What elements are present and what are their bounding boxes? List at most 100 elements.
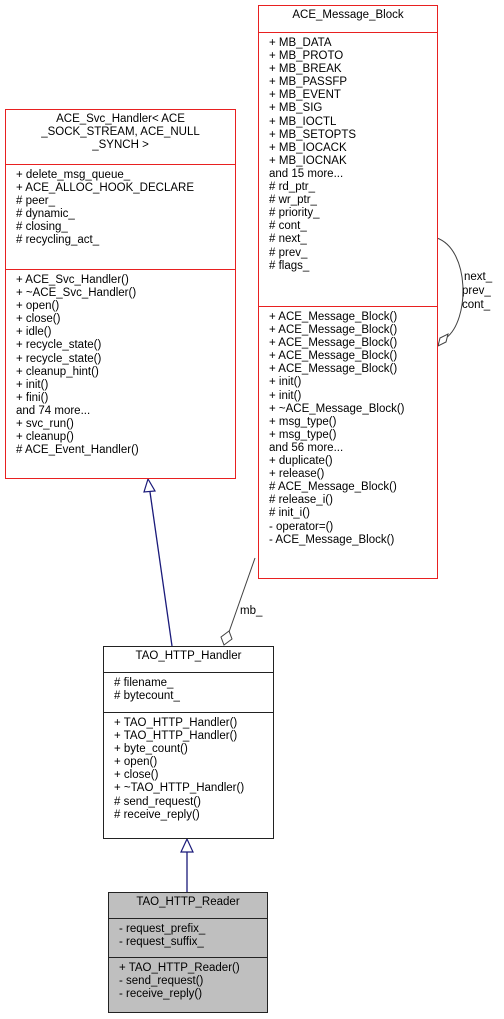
method-item[interactable]: # send_request()	[114, 796, 273, 809]
attribute-item[interactable]: # dynamic_	[16, 208, 235, 221]
attribute-item[interactable]: + MB_EVENT	[269, 89, 437, 102]
attribute-item[interactable]: # next_	[269, 233, 437, 246]
method-item[interactable]: and 74 more...	[16, 405, 235, 418]
method-item[interactable]: + init()	[16, 379, 235, 392]
method-item[interactable]: + svc_run()	[16, 418, 235, 431]
attribute-item[interactable]: and 15 more...	[269, 168, 437, 181]
self-loop-label-cont: cont_	[462, 299, 491, 311]
methods-section: + TAO_HTTP_Handler() + TAO_HTTP_Handler()…	[104, 712, 273, 824]
class-title: ACE_Svc_Handler< ACE _SOCK_STREAM, ACE_N…	[6, 110, 235, 164]
attribute-item[interactable]: + MB_IOCTL	[269, 116, 437, 129]
method-item[interactable]: - send_request()	[119, 975, 267, 988]
method-item[interactable]: # release_i()	[269, 494, 437, 507]
method-item[interactable]: + cleanup_hint()	[16, 366, 235, 379]
aggregation-diamond-mb	[220, 630, 233, 646]
method-item[interactable]: + duplicate()	[269, 455, 437, 468]
methods-section: + TAO_HTTP_Reader() - send_request() - rec…	[109, 957, 267, 1003]
method-item[interactable]: + TAO_HTTP_Reader()	[119, 962, 267, 975]
inheritance-arrowhead-svc	[143, 477, 156, 493]
method-item[interactable]: + ~ACE_Message_Block()	[269, 403, 437, 416]
method-item[interactable]: + ACE_Message_Block()	[269, 324, 437, 337]
method-item[interactable]: + ACE_Message_Block()	[269, 311, 437, 324]
method-item[interactable]: + ACE_Message_Block()	[269, 337, 437, 350]
method-item[interactable]: # ACE_Event_Handler()	[16, 444, 235, 457]
method-item[interactable]: + close()	[16, 313, 235, 326]
method-item[interactable]: + recycle_state()	[16, 353, 235, 366]
attribute-item[interactable]: + ACE_ALLOC_HOOK_DECLARE	[16, 182, 235, 195]
method-item[interactable]: + idle()	[16, 326, 235, 339]
attribute-item[interactable]: + MB_SIG	[269, 102, 437, 115]
method-item[interactable]: - ACE_Message_Block()	[269, 534, 437, 547]
attribute-item[interactable]: # peer_	[16, 195, 235, 208]
method-item[interactable]: + ~ACE_Svc_Handler()	[16, 287, 235, 300]
class-tao-http-handler[interactable]: TAO_HTTP_Handler # filename_ # bytecount_…	[103, 646, 274, 839]
method-item[interactable]: - receive_reply()	[119, 988, 267, 1001]
attribute-item[interactable]: + MB_BREAK	[269, 63, 437, 76]
method-item[interactable]: + ACE_Svc_Handler()	[16, 274, 235, 287]
method-item[interactable]: # receive_reply()	[114, 809, 273, 822]
attribute-item[interactable]: # wr_ptr_	[269, 194, 437, 207]
attribute-item[interactable]: # rd_ptr_	[269, 181, 437, 194]
attribute-item[interactable]: # flags_	[269, 260, 437, 273]
class-title: ACE_Message_Block	[292, 9, 404, 21]
association-edge-mb	[228, 557, 256, 633]
attribute-item[interactable]: # priority_	[269, 207, 437, 220]
attribute-item[interactable]: + delete_msg_queue_	[16, 169, 235, 182]
class-ace-message-block[interactable]: ACE_Message_Block + MB_DATA + MB_PROTO + M…	[258, 5, 438, 579]
method-item[interactable]: + TAO_HTTP_Handler()	[114, 717, 273, 730]
attributes-section: + delete_msg_queue_ + ACE_ALLOC_HOOK_DECL…	[6, 164, 235, 269]
title-line: _SYNCH >	[92, 139, 149, 151]
attribute-item[interactable]: # filename_	[114, 677, 273, 690]
method-item[interactable]: + close()	[114, 769, 273, 782]
attribute-item[interactable]: # cont_	[269, 220, 437, 233]
method-item[interactable]: + msg_type()	[269, 429, 437, 442]
attribute-item[interactable]: # bytecount_	[114, 690, 273, 703]
attribute-item[interactable]: - request_suffix_	[119, 936, 267, 949]
class-title: TAO_HTTP_Reader	[136, 896, 240, 908]
class-tao-http-reader[interactable]: TAO_HTTP_Reader - request_prefix_ - reque…	[108, 892, 268, 1013]
title-line: _SOCK_STREAM, ACE_NULL	[41, 126, 200, 138]
method-item[interactable]: + TAO_HTTP_Handler()	[114, 730, 273, 743]
attributes-section: - request_prefix_ - request_suffix_	[109, 918, 267, 957]
attribute-item[interactable]: + MB_PASSFP	[269, 76, 437, 89]
attribute-item[interactable]: # closing_	[16, 221, 235, 234]
attribute-item[interactable]: - request_prefix_	[119, 923, 267, 936]
method-item[interactable]: # init_i()	[269, 507, 437, 520]
attribute-item[interactable]: # recycling_act_	[16, 234, 235, 247]
method-item[interactable]: + open()	[16, 300, 235, 313]
method-item[interactable]: + release()	[269, 468, 437, 481]
method-item[interactable]: # ACE_Message_Block()	[269, 481, 437, 494]
inheritance-arrowhead-handler	[180, 837, 194, 853]
attributes-section: + MB_DATA + MB_PROTO + MB_BREAK + MB_PASSFP…	[259, 32, 437, 306]
method-item[interactable]: + recycle_state()	[16, 339, 235, 352]
method-item[interactable]: - operator=()	[269, 521, 437, 534]
method-item[interactable]: and 56 more...	[269, 442, 437, 455]
attribute-item[interactable]: + MB_DATA	[269, 37, 437, 50]
self-loop-edge	[436, 237, 464, 339]
self-loop-label-next: next_	[464, 271, 493, 283]
attribute-item[interactable]: # prev_	[269, 247, 437, 260]
association-label-mb: mb_	[240, 605, 263, 617]
method-item[interactable]: + fini()	[16, 392, 235, 405]
methods-section: + ACE_Message_Block() + ACE_Message_Block…	[259, 306, 437, 549]
attribute-item[interactable]: + MB_SETOPTS	[269, 129, 437, 142]
method-item[interactable]: + byte_count()	[114, 743, 273, 756]
self-loop-label-prev: prev_	[462, 285, 491, 297]
method-item[interactable]: + msg_type()	[269, 416, 437, 429]
method-item[interactable]: + ~TAO_HTTP_Handler()	[114, 782, 273, 795]
class-title: TAO_HTTP_Handler	[135, 650, 242, 662]
attributes-section: # filename_ # bytecount_	[104, 672, 273, 712]
method-item[interactable]: + cleanup()	[16, 431, 235, 444]
method-item[interactable]: + init()	[269, 376, 437, 389]
method-item[interactable]: + ACE_Message_Block()	[269, 363, 437, 376]
class-ace-svc-handler[interactable]: ACE_Svc_Handler< ACE _SOCK_STREAM, ACE_N…	[5, 109, 236, 479]
method-item[interactable]: + open()	[114, 756, 273, 769]
self-loop-diamond	[437, 333, 449, 347]
methods-section: + ACE_Svc_Handler() + ~ACE_Svc_Handler() +…	[6, 269, 235, 459]
method-item[interactable]: + init()	[269, 390, 437, 403]
attribute-item[interactable]: + MB_PROTO	[269, 50, 437, 63]
title-line: ACE_Svc_Handler< ACE	[56, 113, 185, 125]
attribute-item[interactable]: + MB_IOCACK	[269, 142, 437, 155]
method-item[interactable]: + ACE_Message_Block()	[269, 350, 437, 363]
attribute-item[interactable]: + MB_IOCNAK	[269, 155, 437, 168]
